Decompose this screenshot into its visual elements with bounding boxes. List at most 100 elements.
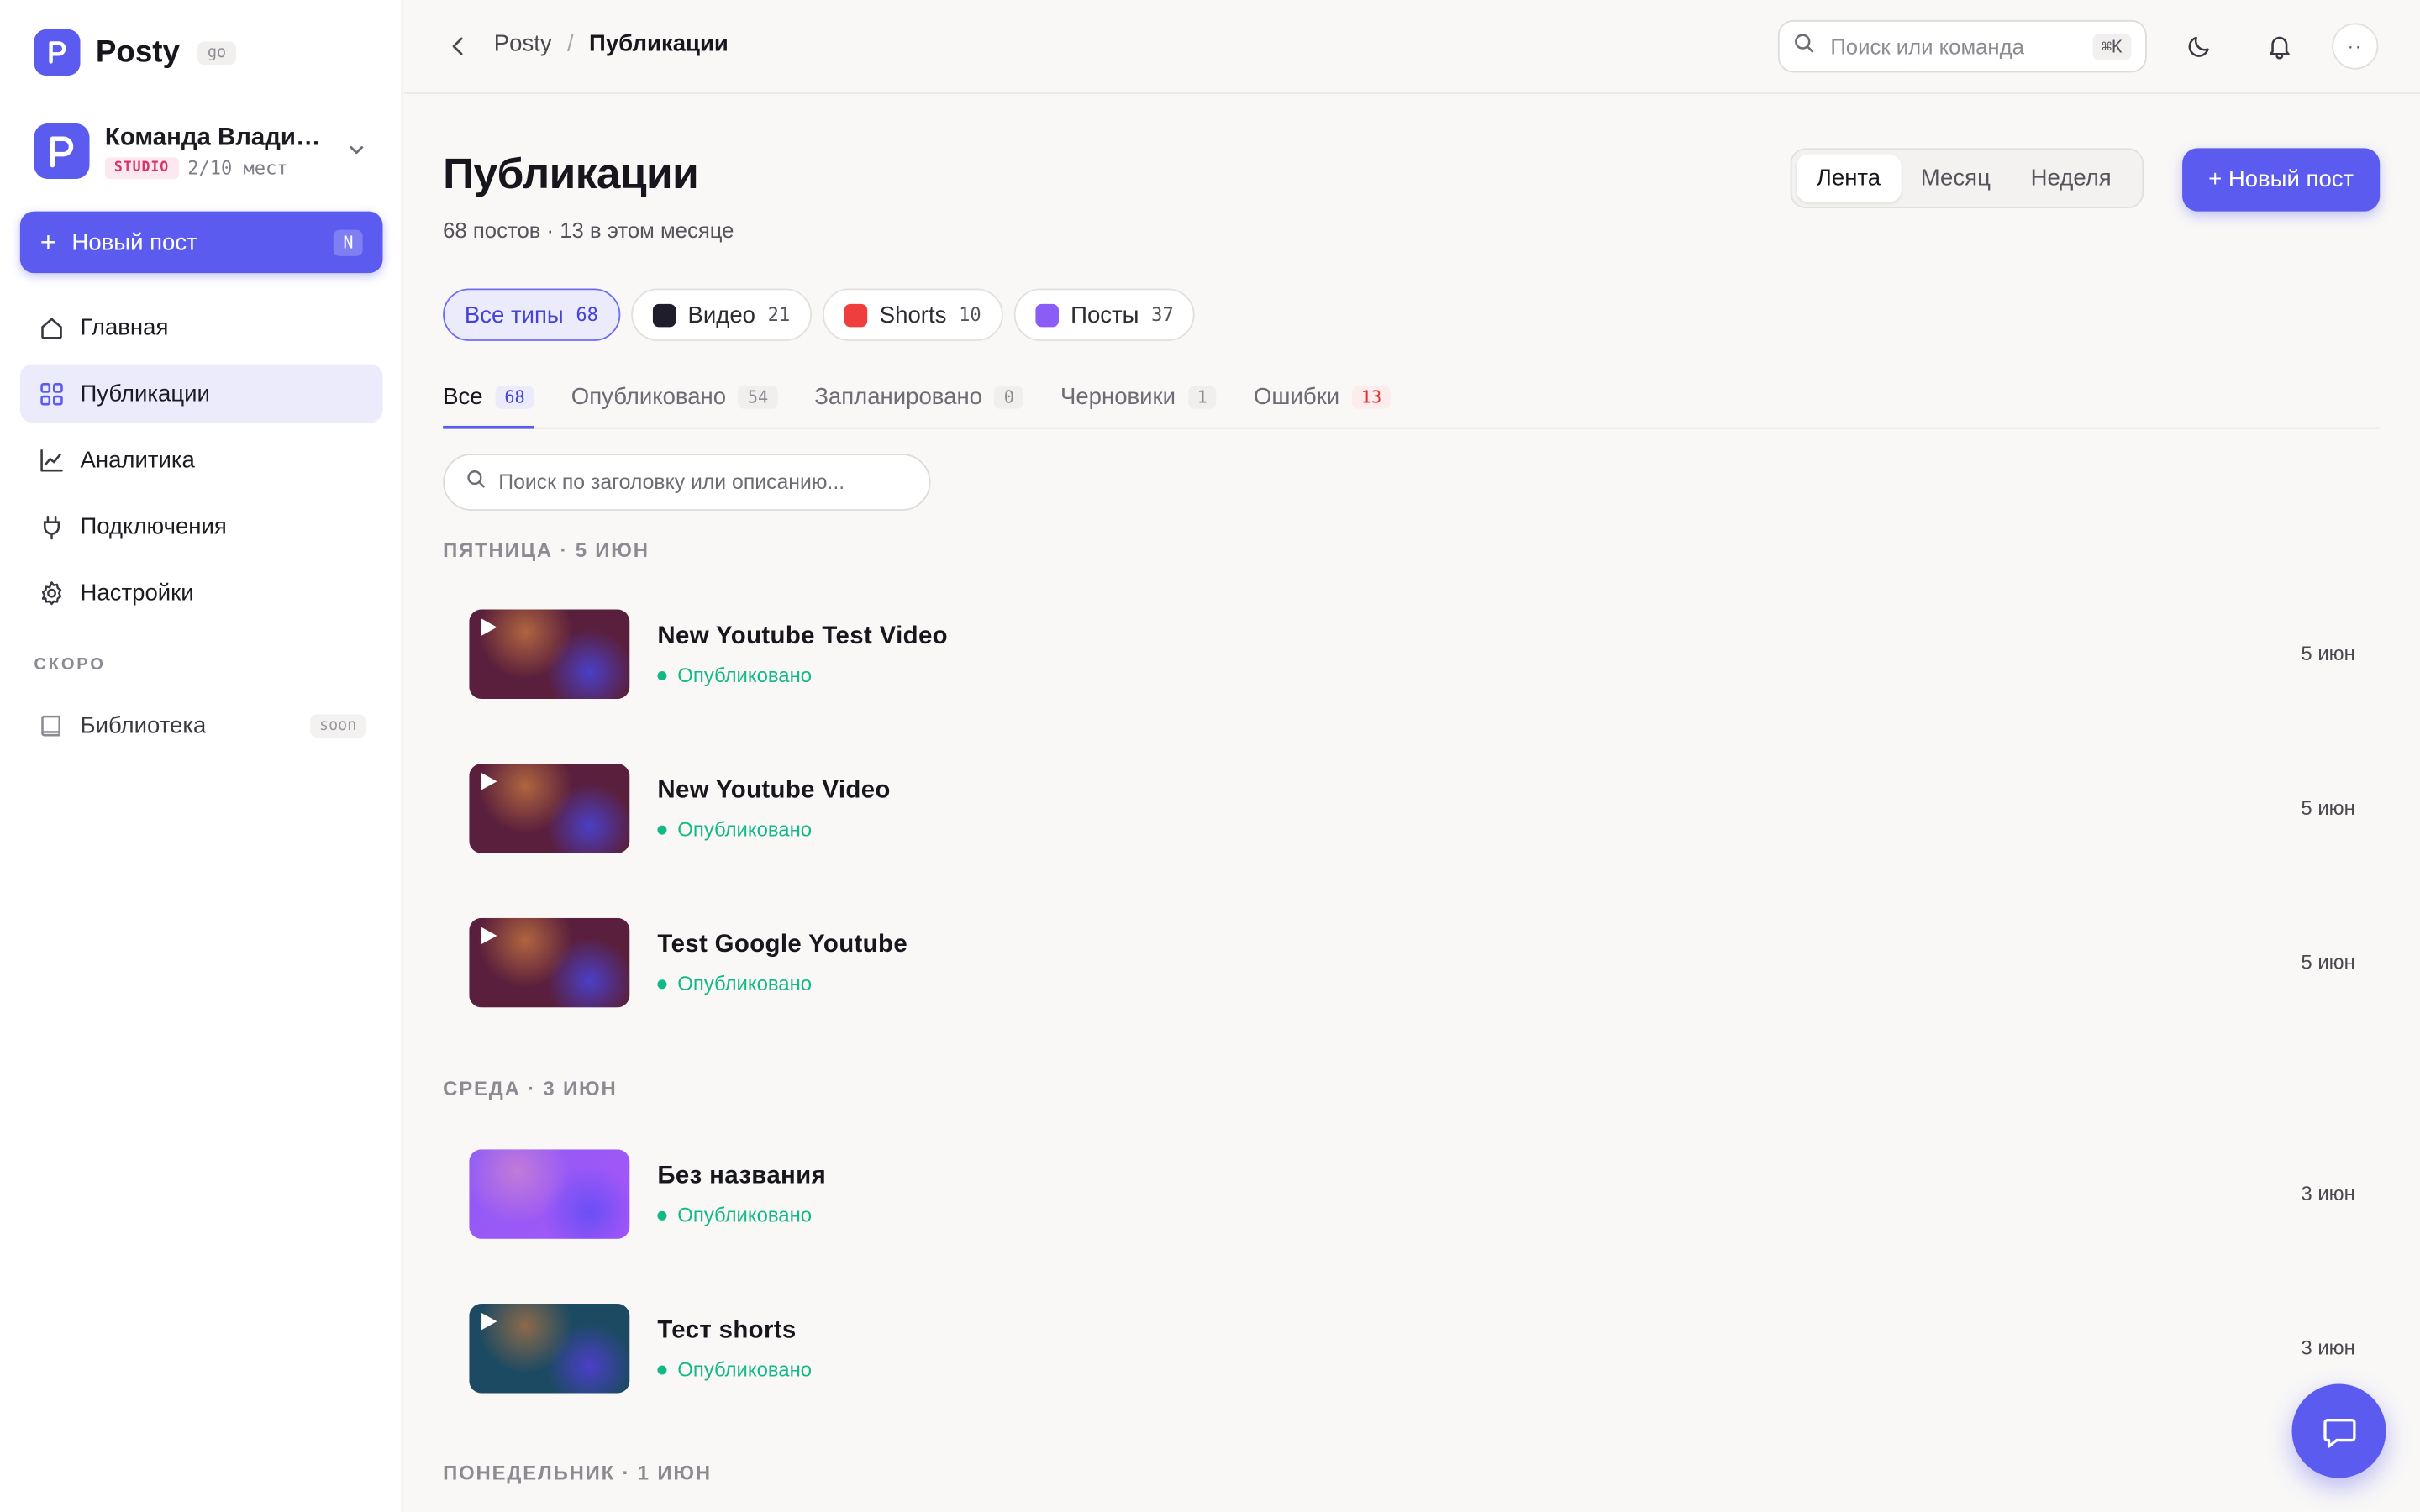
tab-all[interactable]: Все 68: [443, 365, 534, 429]
post-row[interactable]: Без названия Опубликовано 3 июн: [443, 1149, 2380, 1273]
chevron-down-icon: [345, 139, 367, 168]
chip-count: 10: [959, 303, 981, 326]
chat-icon: [2323, 1418, 2355, 1447]
play-icon: [481, 1313, 497, 1331]
tab-count: 54: [738, 385, 778, 408]
post-title: Тест shorts: [657, 1317, 797, 1344]
sidebar-item-home[interactable]: Главная: [20, 297, 383, 356]
chip-label: Видео: [687, 302, 755, 328]
team-name: Команда Владимира: [104, 123, 330, 151]
posty-logo-icon: [34, 29, 81, 76]
status-badge: Опубликовано: [657, 972, 812, 995]
plug-icon: [37, 512, 65, 540]
breadcrumb-separator: /: [567, 30, 574, 57]
seats-count: 2/10 мест: [187, 156, 288, 179]
post-title: Test Google Youtube: [657, 932, 908, 958]
tab-label: Все: [443, 383, 483, 410]
status-badge: Опубликовано: [657, 1204, 812, 1226]
sidebar-item-publications[interactable]: Публикации: [19, 364, 383, 423]
shorts-type-swatch: [844, 302, 868, 327]
tab-scheduled[interactable]: Запланировано 0: [814, 365, 1023, 427]
post-search-input[interactable]: Поиск по заголовку или описанию...: [443, 453, 931, 511]
post-row[interactable]: New Youtube Test Video Опубликовано 5 ию…: [443, 609, 2380, 732]
status-dot-icon: [657, 979, 667, 989]
breadcrumb-root[interactable]: Posty: [494, 31, 552, 57]
status-badge: Опубликовано: [657, 817, 812, 841]
sidebar-item-settings[interactable]: Настройки: [20, 563, 383, 622]
sidebar-nav: Главная Публикации Аналитика Подключения: [19, 297, 383, 629]
sidebar-item-label: Публикации: [80, 380, 210, 407]
post-date: 3 июн: [2301, 1181, 2355, 1205]
tab-label: Запланировано: [814, 383, 983, 410]
sidebar-new-post-button[interactable]: + Новый пост N: [19, 211, 383, 274]
breadcrumb: Posty / Публикации: [494, 31, 729, 57]
back-arrow-icon[interactable]: [445, 33, 472, 60]
topbar: Posty / Публикации Поиск или команда ⌘K …: [404, 0, 2420, 95]
view-tab-feed[interactable]: Лента: [1796, 154, 1901, 202]
shortcut-badge: N: [334, 228, 363, 255]
chip-label: Все типы: [464, 302, 564, 328]
play-icon: [481, 927, 497, 945]
search-placeholder: Поиск по заголовку или описанию...: [498, 470, 845, 494]
post-thumbnail: [469, 917, 630, 1008]
status-badge: Опубликовано: [657, 664, 812, 686]
post-row[interactable]: Тест shorts Опубликовано 3 июн: [443, 1304, 2380, 1427]
grid-icon: [37, 380, 65, 407]
tab-drafts[interactable]: Черновики 1: [1060, 365, 1217, 427]
day-header: ПОНЕДЕЛЬНИК · 1 ИЮН: [443, 1461, 712, 1484]
view-switcher: Лента Месяц Неделя: [1790, 148, 2144, 208]
plus-icon: +: [39, 226, 57, 257]
search-placeholder: Поиск или команда: [1830, 34, 2024, 59]
tab-errors[interactable]: Ошибки 13: [1254, 365, 1392, 427]
sidebar-item-connections[interactable]: Подключения: [20, 496, 383, 555]
post-row[interactable]: New Youtube Video Опубликовано 5 июн: [443, 764, 2380, 887]
sidebar-soon: Библиотека soon: [20, 696, 383, 762]
status-label: Опубликовано: [677, 972, 813, 995]
sidebar-item-label: Библиотека: [80, 711, 207, 738]
post-date: 5 июн: [2301, 642, 2355, 665]
posts-type-swatch: [1034, 302, 1059, 327]
post-date: 5 июн: [2301, 950, 2355, 974]
play-icon: [481, 773, 497, 790]
brand[interactable]: Posty go: [34, 29, 236, 76]
soon-badge: soon: [310, 713, 366, 738]
sidebar-item-library[interactable]: Библиотека soon: [20, 696, 383, 754]
post-thumbnail: [469, 1304, 630, 1394]
team-logo-icon: [34, 123, 90, 180]
team-switcher[interactable]: Команда Владимира STUDIO 2/10 мест: [34, 120, 376, 181]
view-tab-week[interactable]: Неделя: [2011, 155, 2132, 202]
moon-icon[interactable]: [2178, 24, 2221, 67]
chat-support-button[interactable]: [2291, 1383, 2386, 1478]
search-shortcut: ⌘K: [2092, 33, 2132, 60]
soon-section-title: СКОРО: [34, 655, 106, 675]
sidebar-item-label: Аналитика: [80, 446, 195, 473]
post-title: New Youtube Test Video: [657, 623, 948, 650]
play-icon: [481, 618, 497, 636]
user-avatar[interactable]: ··: [2332, 23, 2379, 70]
status-dot-icon: [657, 824, 667, 834]
chip-count: 37: [1151, 303, 1174, 326]
day-header: СРЕДА · 3 ИЮН: [443, 1077, 618, 1100]
page-title: Публикации: [443, 150, 699, 198]
status-label: Опубликовано: [677, 817, 813, 842]
chip-count: 68: [576, 303, 598, 326]
bell-icon[interactable]: [2258, 24, 2301, 67]
type-filter-shorts[interactable]: Shorts 10: [822, 288, 1003, 341]
video-type-swatch: [652, 302, 676, 327]
tab-label: Опубликовано: [571, 383, 727, 410]
type-filter-posts[interactable]: Посты 37: [1013, 288, 1196, 341]
command-search-input[interactable]: Поиск или команда ⌘K: [1777, 19, 2147, 73]
post-row[interactable]: Test Google Youtube Опубликовано 5 июн: [443, 917, 2380, 1042]
chart-line-icon: [37, 446, 65, 474]
type-filter-video[interactable]: Видео 21: [630, 288, 812, 341]
gear-icon: [37, 579, 65, 606]
view-tab-month[interactable]: Месяц: [1901, 155, 2011, 202]
type-filter-all[interactable]: Все типы 68: [443, 288, 620, 341]
home-icon: [37, 313, 65, 341]
day-header: ПЯТНИЦА · 5 ИЮН: [443, 538, 650, 562]
new-post-button[interactable]: + Новый пост: [2182, 148, 2381, 212]
tab-published[interactable]: Опубликовано 54: [571, 365, 778, 427]
sidebar-item-analytics[interactable]: Аналитика: [20, 430, 383, 489]
new-post-label: Новый пост: [71, 228, 197, 255]
status-dot-icon: [657, 1364, 667, 1374]
